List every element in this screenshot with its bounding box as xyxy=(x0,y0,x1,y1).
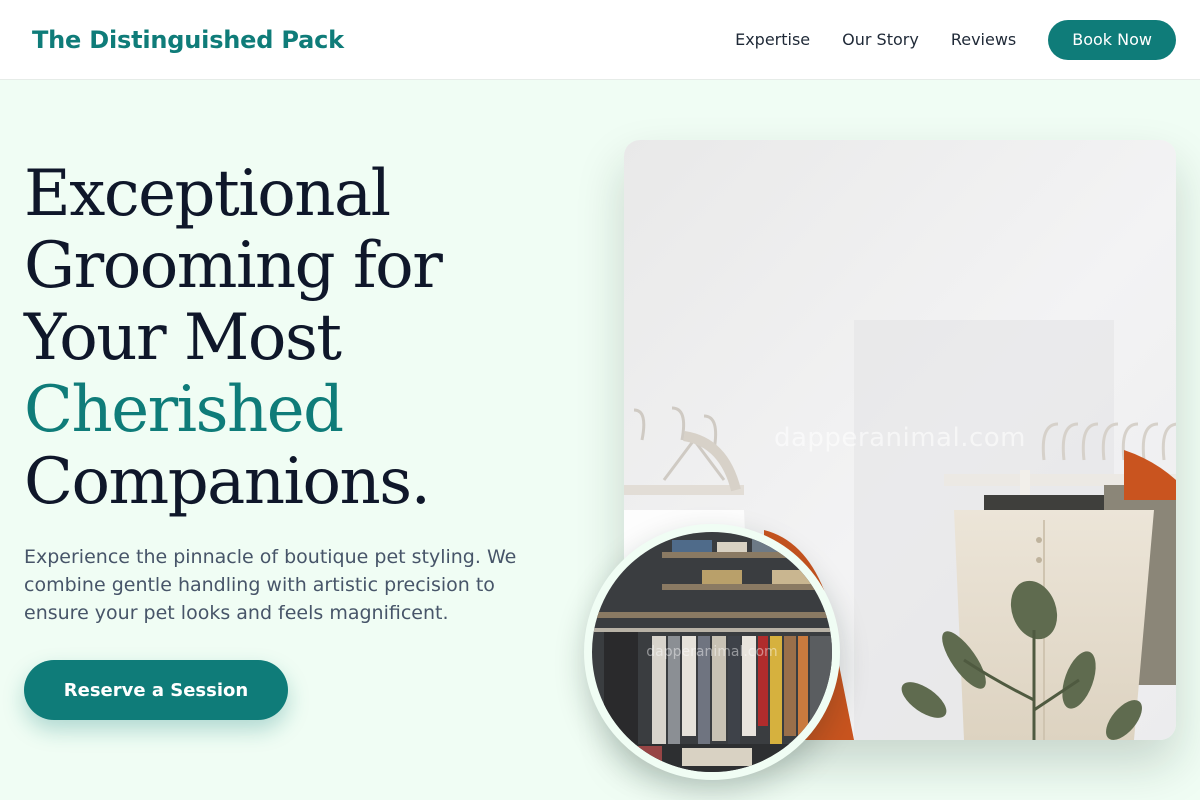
main-nav: Expertise Our Story Reviews Book Now xyxy=(735,19,1176,60)
hero-title-line: Your Most xyxy=(24,301,342,375)
hero-title-line: Grooming for xyxy=(24,229,443,303)
nav-link-expertise[interactable]: Expertise xyxy=(735,30,810,49)
hero-description: Experience the pinnacle of boutique pet … xyxy=(24,546,517,624)
hero-title-accent: Cherished xyxy=(24,373,344,447)
nav-link-our-story[interactable]: Our Story xyxy=(842,30,919,49)
brand-logo[interactable]: The Distinguished Pack xyxy=(32,26,344,54)
hero-title-line: Exceptional xyxy=(24,157,391,231)
wardrobe-closet-photo: dapperanimal.com xyxy=(584,524,840,780)
site-header: The Distinguished Pack Expertise Our Sto… xyxy=(0,0,1200,80)
hero-title: Exceptional Grooming for Your Most Cheri… xyxy=(24,158,564,518)
nav-link-reviews[interactable]: Reviews xyxy=(951,30,1016,49)
hero-title-line: Companions. xyxy=(24,445,431,519)
book-now-button[interactable]: Book Now xyxy=(1048,19,1176,60)
reserve-session-button[interactable]: Reserve a Session xyxy=(24,660,288,720)
